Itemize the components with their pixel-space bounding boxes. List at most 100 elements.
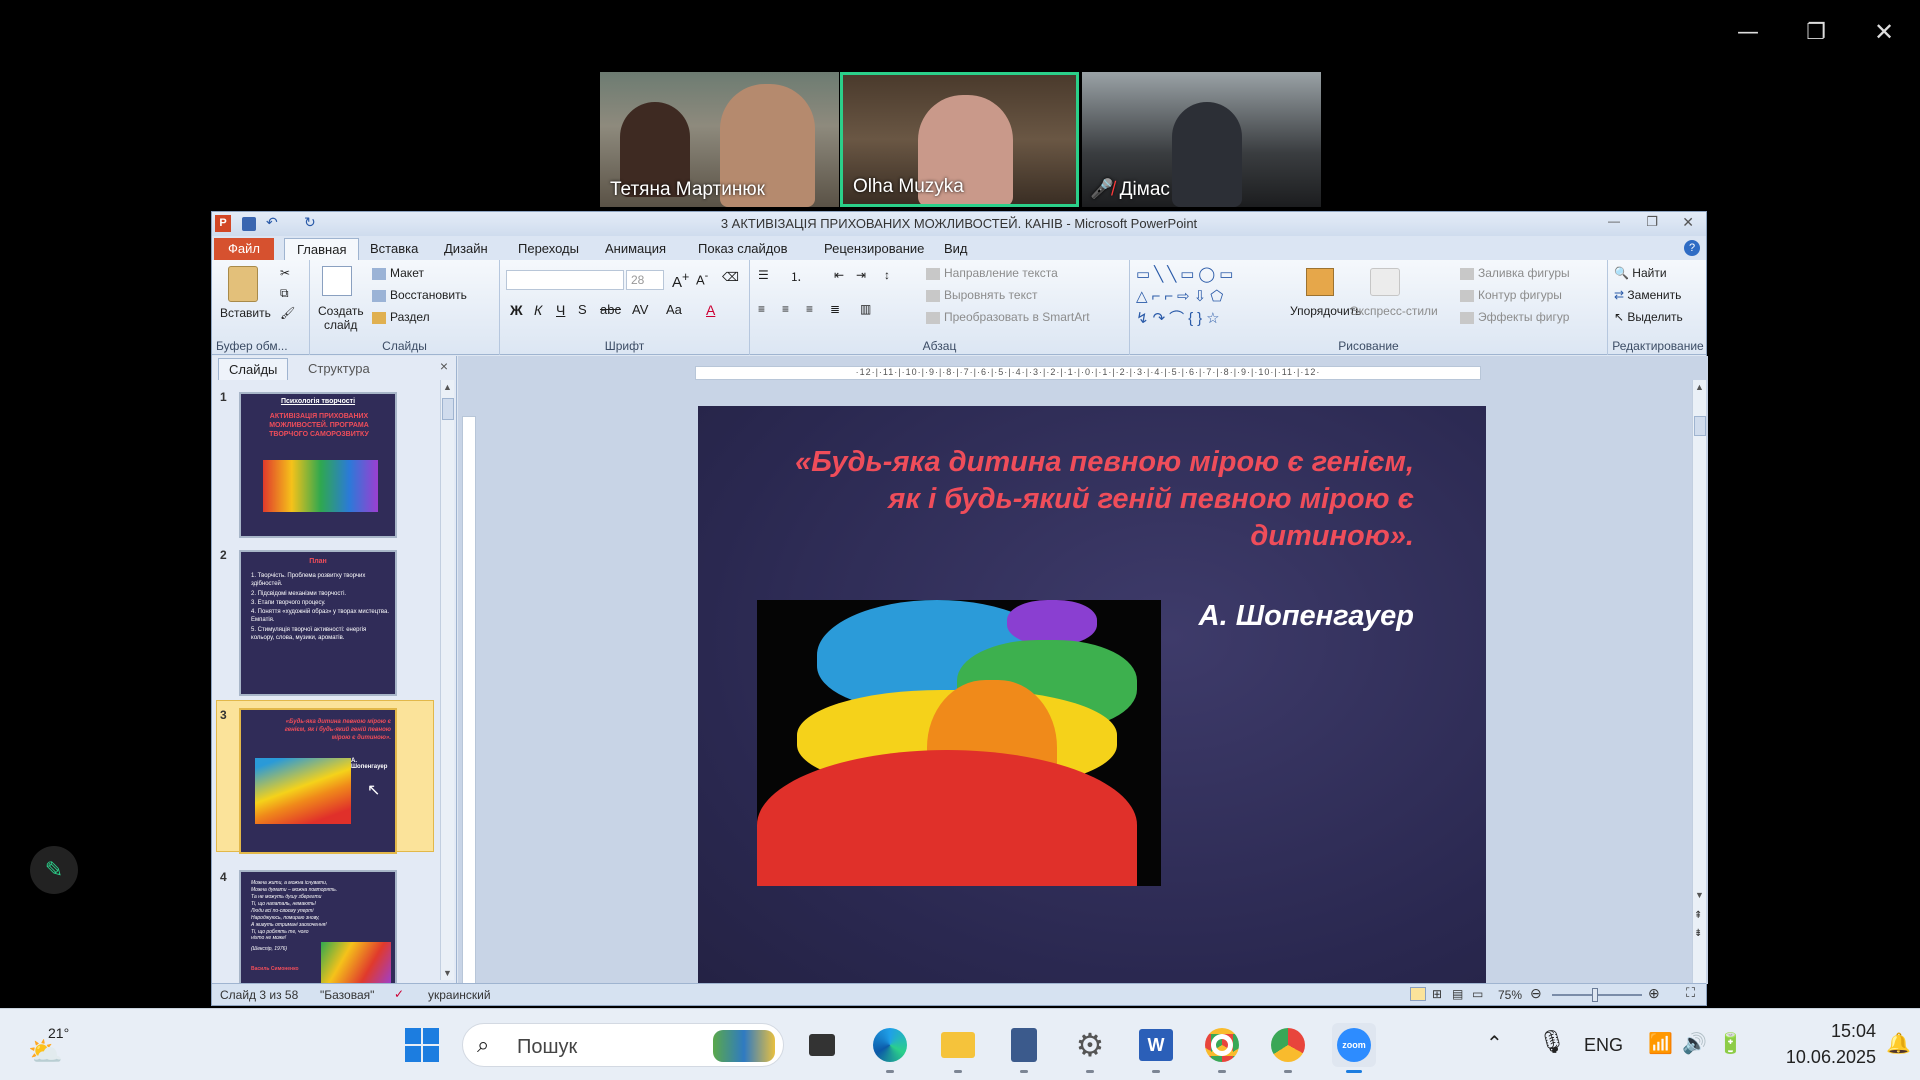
zoom-slider-thumb[interactable] <box>1592 988 1598 1002</box>
participant-video-1[interactable]: Тетяна Мартинюк <box>600 72 839 207</box>
quick-styles-icon[interactable] <box>1370 268 1400 296</box>
prev-slide-icon[interactable]: ⇞ <box>1694 910 1702 921</box>
next-slide-icon[interactable]: ⇟ <box>1694 928 1702 939</box>
underline-icon[interactable]: Ч <box>556 302 565 318</box>
zoom-in-icon[interactable]: ⊕ <box>1648 985 1660 1002</box>
slide-thumbnail-4[interactable]: Можна жити, а можна існувати, Можна дума… <box>239 870 397 984</box>
edge-button[interactable] <box>868 1023 912 1073</box>
fit-window-icon[interactable]: ⛶ <box>1686 985 1695 1001</box>
tab-home[interactable]: Главная <box>284 238 360 260</box>
reading-view-icon[interactable]: ▤ <box>1452 987 1463 1001</box>
align-left-icon[interactable]: ≡ <box>758 302 765 316</box>
clock-date[interactable]: 10.06.2025 <box>1766 1047 1876 1068</box>
spellcheck-icon[interactable]: ✓ <box>394 987 404 1001</box>
indent-decrease-icon[interactable]: ⇤ <box>834 268 844 282</box>
align-right-icon[interactable]: ≡ <box>806 302 813 316</box>
align-text-button[interactable]: Выровнять текст <box>926 288 1037 302</box>
annotate-button[interactable]: ✎ <box>30 846 78 894</box>
clear-format-icon[interactable]: ⌫ <box>722 270 739 284</box>
columns-icon[interactable]: ▥ <box>860 302 871 316</box>
close-button[interactable]: ✕ <box>1862 14 1906 50</box>
volume-icon[interactable]: 🔊 <box>1682 1031 1707 1056</box>
scroll-thumb[interactable] <box>442 398 454 420</box>
line-spacing-icon[interactable]: ↕ <box>884 268 890 282</box>
new-slide-icon[interactable] <box>322 266 352 296</box>
reset-button[interactable]: Восстановить <box>372 288 467 302</box>
battery-icon[interactable]: 🔋 <box>1718 1031 1743 1056</box>
slide-thumbnail-2[interactable]: План 1. Творчість. Проблема розвитку тво… <box>239 550 397 696</box>
zoom-slider[interactable] <box>1552 988 1642 1002</box>
scroll-up-icon[interactable]: ▲ <box>1695 382 1704 392</box>
calculator-button[interactable] <box>1002 1023 1046 1073</box>
paste-icon[interactable] <box>228 266 258 302</box>
tab-outline[interactable]: Структура <box>298 358 380 379</box>
editor-scrollbar[interactable]: ▲ ▼ ⇞ ⇟ <box>1692 380 1706 984</box>
minimize-button[interactable]: — <box>1608 214 1620 228</box>
chrome-profile-button[interactable] <box>1200 1023 1244 1073</box>
italic-icon[interactable]: К <box>534 302 542 318</box>
shape-fill-button[interactable]: Заливка фигуры <box>1460 266 1570 280</box>
slide-author[interactable]: А. Шопенгауер <box>1199 600 1414 633</box>
replace-button[interactable]: ⇄ Заменить <box>1614 288 1681 302</box>
help-icon[interactable]: ? <box>1684 240 1700 256</box>
microphone-icon[interactable]: 🎙 <box>1538 1029 1566 1055</box>
quick-styles-button[interactable]: Экспресс-стили <box>1350 304 1438 318</box>
paste-button[interactable]: Вставить <box>220 306 271 320</box>
text-direction-button[interactable]: Направление текста <box>926 266 1058 280</box>
align-center-icon[interactable]: ≡ <box>782 302 789 316</box>
weather-widget[interactable]: ⛅ 21° <box>28 1023 78 1067</box>
arrange-icon[interactable] <box>1306 268 1334 296</box>
language-label[interactable]: украинский <box>428 988 491 1002</box>
indent-increase-icon[interactable]: ⇥ <box>856 268 866 282</box>
layout-button[interactable]: Макет <box>372 266 424 280</box>
close-pane-icon[interactable]: × <box>440 358 448 374</box>
spacing-icon[interactable]: AV <box>632 302 648 317</box>
font-size-select[interactable]: 28 <box>626 270 664 290</box>
tab-view[interactable]: Вид <box>936 238 976 260</box>
format-painter-icon[interactable]: 🖌 <box>280 306 295 320</box>
bullets-icon[interactable]: ☰ <box>758 268 769 282</box>
slide-thumbnail-3[interactable]: «Будь-яка дитина певною мірою є генієм, … <box>239 708 397 854</box>
scroll-thumb[interactable] <box>1694 416 1706 436</box>
tab-transitions[interactable]: Переходы <box>510 238 587 260</box>
tab-insert[interactable]: Вставка <box>362 238 426 260</box>
zoom-button[interactable]: zoom <box>1332 1023 1376 1073</box>
normal-view-icon[interactable] <box>1410 987 1426 1001</box>
grow-font-icon[interactable]: A+ <box>672 270 689 291</box>
wifi-icon[interactable]: 📶 <box>1648 1031 1673 1056</box>
pane-scrollbar[interactable]: ▲ ▼ <box>440 380 454 980</box>
find-button[interactable]: 🔍 Найти <box>1614 266 1667 280</box>
chrome-button[interactable] <box>1266 1023 1310 1073</box>
scroll-down-icon[interactable]: ▼ <box>1695 890 1704 900</box>
numbering-icon[interactable]: ⒈ <box>790 268 802 285</box>
zoom-level[interactable]: 75% <box>1498 988 1522 1002</box>
tab-slides[interactable]: Слайды <box>218 358 289 380</box>
search-input[interactable]: Пошук <box>517 1036 577 1059</box>
font-color-icon[interactable]: A <box>706 302 715 318</box>
start-button[interactable] <box>400 1023 444 1067</box>
cut-icon[interactable]: ✂ <box>280 266 290 280</box>
select-button[interactable]: ↖ Выделить <box>1614 310 1683 324</box>
word-button[interactable]: W <box>1134 1023 1178 1073</box>
scroll-down-icon[interactable]: ▼ <box>443 968 452 978</box>
new-slide-button-line2[interactable]: слайд <box>324 318 357 332</box>
slideshow-view-icon[interactable]: ▭ <box>1472 987 1483 1001</box>
smartart-button[interactable]: Преобразовать в SmartArt <box>926 310 1090 324</box>
shape-effects-button[interactable]: Эффекты фигур <box>1460 310 1569 324</box>
tab-design[interactable]: Дизайн <box>436 238 496 260</box>
participant-video-3[interactable]: 🎤̸ Дімас <box>1082 72 1321 207</box>
file-explorer-button[interactable] <box>936 1023 980 1073</box>
tab-animations[interactable]: Анимация <box>597 238 674 260</box>
input-language[interactable]: ENG <box>1584 1035 1623 1056</box>
task-view-button[interactable] <box>800 1023 844 1067</box>
strikethrough-icon[interactable]: abc <box>600 302 621 317</box>
shapes-gallery[interactable]: ▭╲╲▭◯▭ △⌐⌐⇨⇩⬠ ↯↷⌒{}☆ <box>1136 264 1276 330</box>
shrink-font-icon[interactable]: A- <box>696 270 708 287</box>
search-box[interactable]: ⌕ Пошук <box>462 1023 784 1067</box>
sorter-view-icon[interactable]: ⊞ <box>1432 987 1442 1001</box>
tab-slideshow[interactable]: Показ слайдов <box>690 238 796 260</box>
slide-thumbnail-1[interactable]: Психологія творчості АКТИВІЗАЦІЯ ПРИХОВА… <box>239 392 397 538</box>
new-slide-button[interactable]: Создать <box>318 304 364 318</box>
font-name-select[interactable] <box>506 270 624 290</box>
notification-icon[interactable]: 🔔 <box>1886 1031 1911 1056</box>
